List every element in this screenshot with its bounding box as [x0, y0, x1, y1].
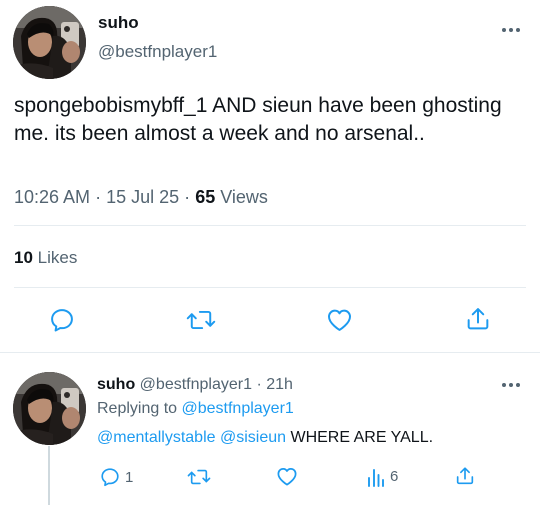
views-count: 6 — [390, 468, 399, 485]
tweet-time[interactable]: 10:26 AM — [14, 187, 90, 207]
thread-line — [48, 446, 50, 505]
reply-author-name[interactable]: suho — [97, 376, 135, 393]
heart-icon — [328, 309, 351, 331]
reply-button[interactable] — [48, 306, 76, 334]
reply-author-handle[interactable]: @bestfnplayer1 — [140, 376, 252, 393]
mention-link[interactable]: @mentallystable — [97, 429, 216, 446]
tweet-text: spongebobismybff_1 AND sieun have been g… — [14, 94, 502, 145]
section-divider — [0, 352, 540, 353]
reply-icon — [101, 468, 119, 487]
main-tweet: suho @bestfnplayer1 spongebobismybff_1 A… — [0, 0, 540, 352]
retweet-button[interactable] — [186, 466, 212, 488]
author-handle[interactable]: @bestfnplayer1 — [98, 42, 217, 62]
likes-summary[interactable]: 10 Likes — [14, 248, 77, 268]
views-count[interactable]: 65 — [195, 187, 215, 207]
share-button[interactable] — [454, 465, 476, 487]
meta-separator: · — [184, 187, 191, 207]
profile-photo — [13, 6, 86, 79]
more-icon — [502, 28, 520, 32]
share-icon — [456, 467, 474, 485]
heart-icon — [277, 467, 297, 486]
reply-header: suho @bestfnplayer1 · 21h — [97, 376, 293, 394]
share-button[interactable] — [464, 305, 492, 333]
views-button[interactable]: 6 — [366, 466, 398, 487]
tweet-date[interactable]: 15 Jul 25 — [106, 187, 179, 207]
like-button[interactable] — [275, 465, 299, 488]
mention-link[interactable]: @sisieun — [220, 429, 286, 446]
reply-text: @mentallystable @sisieun WHERE ARE YALL. — [97, 429, 433, 447]
profile-photo — [13, 372, 86, 445]
replying-to-link[interactable]: @bestfnplayer1 — [182, 400, 294, 417]
avatar[interactable] — [13, 6, 86, 79]
author-display-name[interactable]: suho — [98, 13, 139, 33]
divider — [14, 287, 526, 288]
views-label: Views — [220, 187, 268, 207]
more-options-button[interactable] — [499, 375, 523, 395]
more-options-button[interactable] — [499, 20, 523, 40]
retweet-button[interactable] — [186, 306, 216, 334]
retweet-icon — [187, 469, 211, 485]
reply-count: 1 — [125, 468, 134, 486]
retweet-icon — [186, 310, 216, 330]
replying-to: Replying to @bestfnplayer1 — [97, 400, 294, 418]
more-icon — [502, 383, 520, 387]
likes-label: Likes — [37, 248, 78, 267]
reply-button[interactable]: 1 — [99, 466, 133, 488]
meta-separator: · — [95, 187, 102, 207]
avatar[interactable] — [13, 372, 86, 445]
views-icon — [368, 469, 384, 487]
tweet-metadata: 10:26 AM · 15 Jul 25 · 65 Views — [14, 187, 268, 208]
reply-body: WHERE ARE YALL. — [290, 429, 434, 446]
reply-time[interactable]: · 21h — [256, 376, 292, 393]
like-button[interactable] — [325, 306, 354, 334]
share-icon — [467, 308, 489, 330]
divider — [14, 225, 526, 226]
likes-count: 10 — [14, 248, 33, 267]
replying-to-label: Replying to — [97, 400, 178, 417]
reply-icon — [51, 309, 73, 332]
